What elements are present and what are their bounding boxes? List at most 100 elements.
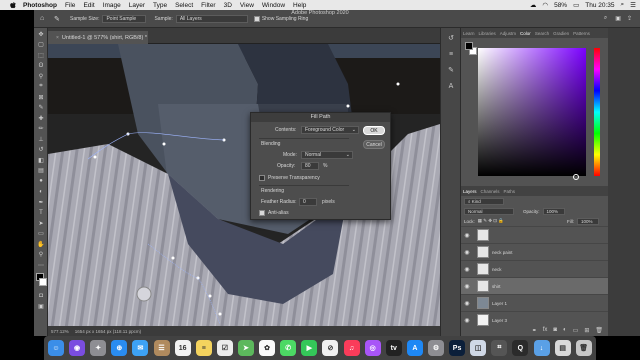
- cancel-button[interactable]: Cancel: [363, 140, 385, 149]
- folder-icon[interactable]: ▤: [554, 340, 571, 356]
- brush-tool-icon[interactable]: ✏: [36, 124, 46, 133]
- screen-mode-icon[interactable]: ▣: [36, 302, 46, 311]
- home-icon[interactable]: ⌂: [40, 15, 48, 22]
- menu-filter[interactable]: Filter: [201, 2, 215, 9]
- messages-icon[interactable]: ✆: [280, 340, 297, 356]
- color-field[interactable]: [478, 48, 586, 180]
- hand-tool-icon[interactable]: ✋: [36, 240, 46, 249]
- battery-icon[interactable]: ▭: [573, 1, 579, 9]
- opacity-input[interactable]: 80: [301, 162, 319, 170]
- contents-select[interactable]: Foreground Color ⌄: [301, 126, 359, 134]
- zoom-level[interactable]: 577.12%: [51, 329, 69, 334]
- marquee-tool-icon[interactable]: ⬚: [36, 51, 46, 60]
- move-tool-icon[interactable]: ✥: [36, 30, 46, 39]
- tab-learn[interactable]: Learn: [463, 31, 475, 36]
- zoom-tool-icon[interactable]: ⚲: [36, 250, 46, 259]
- layer-thumbnail[interactable]: [477, 297, 489, 309]
- close-icon[interactable]: ×: [56, 35, 59, 41]
- eraser-tool-icon[interactable]: ◧: [36, 156, 46, 165]
- quick-mask-icon[interactable]: ◘: [36, 292, 46, 301]
- blur-tool-icon[interactable]: ●: [36, 177, 46, 186]
- dodge-tool-icon[interactable]: ◐: [36, 187, 46, 196]
- menu-select[interactable]: Select: [175, 2, 193, 9]
- path-selection-icon[interactable]: ➤: [36, 219, 46, 228]
- layer-row[interactable]: ◉ neck paint: [461, 243, 609, 260]
- calendar-icon[interactable]: 16: [174, 340, 191, 356]
- kind-filter-select[interactable]: ⌕ Kind: [464, 197, 504, 205]
- history-icon[interactable]: ↺: [443, 32, 459, 44]
- ok-button[interactable]: OK: [363, 126, 385, 135]
- spotlight-icon[interactable]: ⌕: [621, 1, 625, 9]
- hue-slider[interactable]: [594, 48, 600, 176]
- eye-icon[interactable]: ◉: [461, 283, 473, 290]
- eye-icon[interactable]: ◉: [461, 266, 473, 273]
- eye-icon[interactable]: ◉: [461, 249, 473, 256]
- tab-channels[interactable]: Channels: [481, 189, 500, 194]
- screenshot-icon[interactable]: ⌗: [491, 340, 508, 356]
- mail-icon[interactable]: ✉: [132, 340, 149, 356]
- tab-search[interactable]: Search: [535, 31, 549, 36]
- facetime-icon[interactable]: ▶: [301, 340, 318, 356]
- eye-icon[interactable]: ◉: [461, 232, 473, 239]
- maps-icon[interactable]: ➤: [237, 340, 254, 356]
- music-icon[interactable]: ♫: [343, 340, 360, 356]
- layer-opacity-input[interactable]: 100%: [542, 207, 565, 215]
- menu-window[interactable]: Window: [262, 2, 285, 9]
- layer-name[interactable]: neck paint: [492, 250, 513, 255]
- new-group-icon[interactable]: ▭: [573, 327, 579, 334]
- layer-fill-input[interactable]: 100%: [577, 217, 599, 225]
- link-layers-icon[interactable]: ⚭: [532, 327, 537, 334]
- apple-icon[interactable]: [9, 1, 17, 9]
- character-icon[interactable]: A: [443, 80, 459, 92]
- menu-edit[interactable]: Edit: [83, 2, 94, 9]
- trash-icon[interactable]: 🗑: [595, 327, 603, 334]
- tab-libraries[interactable]: Libraries: [479, 31, 496, 36]
- news-icon[interactable]: ⊘: [322, 340, 339, 356]
- app-store-icon[interactable]: A: [406, 340, 423, 356]
- layer-thumbnail[interactable]: [477, 229, 489, 241]
- more-tools-icon[interactable]: ⋯: [36, 261, 46, 270]
- layer-name[interactable]: Layer 1: [492, 301, 507, 306]
- tab-adjustments[interactable]: Adjustm: [500, 31, 516, 36]
- color-swatches[interactable]: [35, 272, 47, 290]
- layer-name[interactable]: shirt: [492, 284, 501, 289]
- control-center-icon[interactable]: ☰: [630, 1, 636, 9]
- eyedropper-tool-icon[interactable]: ✎: [54, 15, 64, 23]
- battery-percent[interactable]: 58%: [554, 2, 567, 9]
- color-picker-cursor[interactable]: [573, 174, 579, 180]
- document-tab[interactable]: × Untitled-1 @ 577% (shirt, RGB/8) *: [48, 31, 148, 44]
- finder-icon[interactable]: ☺: [48, 340, 64, 356]
- shape-tool-icon[interactable]: ▭: [36, 229, 46, 238]
- reminders-icon[interactable]: ☑: [216, 340, 233, 356]
- menu-type[interactable]: Type: [153, 2, 167, 9]
- mode-select[interactable]: Normal ⌄: [301, 151, 353, 159]
- history-brush-icon[interactable]: ↺: [36, 145, 46, 154]
- crop-tool-icon[interactable]: ⌗: [36, 82, 46, 91]
- menu-3d[interactable]: 3D: [224, 2, 232, 9]
- new-layer-icon[interactable]: ⊞: [584, 327, 589, 334]
- menu-image[interactable]: Image: [103, 2, 121, 9]
- trash-icon[interactable]: 🗑: [575, 340, 592, 356]
- tv-icon[interactable]: tv: [385, 340, 402, 356]
- preview-icon[interactable]: ◫: [470, 340, 487, 356]
- clone-stamp-icon[interactable]: ⊥: [36, 135, 46, 144]
- photoshop-icon[interactable]: Ps: [449, 340, 466, 356]
- layer-thumbnail[interactable]: [477, 246, 489, 258]
- sample-select[interactable]: All Layers: [175, 14, 248, 23]
- creative-cloud-icon[interactable]: ☁: [530, 1, 537, 9]
- layer-row[interactable]: ◉ Layer 1: [461, 294, 609, 311]
- tab-color[interactable]: Color: [520, 31, 531, 36]
- clock[interactable]: Thu 20:35: [585, 2, 614, 9]
- workspace-icon[interactable]: ▣: [615, 15, 621, 22]
- feather-radius-input[interactable]: 0: [299, 198, 317, 206]
- quick-select-tool-icon[interactable]: ⚲: [36, 72, 46, 81]
- frame-tool-icon[interactable]: ⊠: [36, 93, 46, 102]
- fx-icon[interactable]: fx: [543, 327, 548, 333]
- gradient-tool-icon[interactable]: ▤: [36, 166, 46, 175]
- share-icon[interactable]: ⇪: [627, 15, 632, 22]
- eye-icon[interactable]: ◉: [461, 317, 473, 324]
- tab-patterns[interactable]: Patterns: [573, 31, 590, 36]
- properties-icon[interactable]: ≡: [443, 48, 459, 60]
- menu-file[interactable]: File: [65, 2, 75, 9]
- safari-icon[interactable]: ⊕: [111, 340, 128, 356]
